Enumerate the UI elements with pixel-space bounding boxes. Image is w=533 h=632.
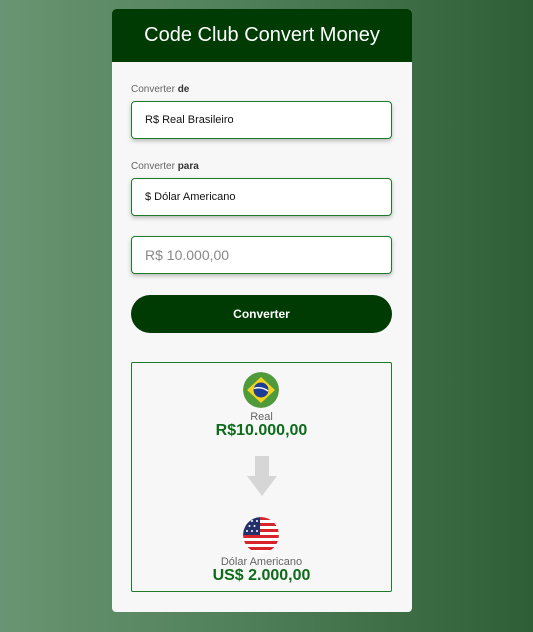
from-currency-label: Converter de (131, 84, 189, 95)
card-header: Code Club Convert Money (112, 9, 412, 62)
source-currency-value: R$10.000,00 (215, 422, 308, 439)
convert-button[interactable]: Converter (131, 295, 392, 333)
arrow-down-icon (247, 456, 277, 498)
to-label-prefix: Converter (131, 161, 178, 172)
to-currency-label: Converter para (131, 161, 199, 172)
converter-card: Code Club Convert Money Converter de R$ … (112, 9, 412, 612)
to-currency-select[interactable]: $ Dólar Americano (131, 178, 392, 216)
to-label-bold: para (177, 161, 199, 172)
from-currency-value: R$ Real Brasileiro (145, 114, 234, 126)
amount-input[interactable] (131, 236, 392, 274)
target-currency-value: US$ 2.000,00 (212, 567, 311, 584)
brazil-flag-icon (243, 372, 279, 408)
to-currency-value: $ Dólar Americano (145, 191, 236, 203)
conversion-result-box: Real R$10.000,00 Dólar Americano US$ 2.0… (131, 362, 392, 592)
page-title: Code Club Convert Money (144, 24, 380, 46)
from-currency-select[interactable]: R$ Real Brasileiro (131, 101, 392, 139)
from-label-prefix: Converter (131, 84, 178, 95)
usa-flag-icon (243, 517, 279, 553)
from-label-bold: de (177, 84, 190, 95)
